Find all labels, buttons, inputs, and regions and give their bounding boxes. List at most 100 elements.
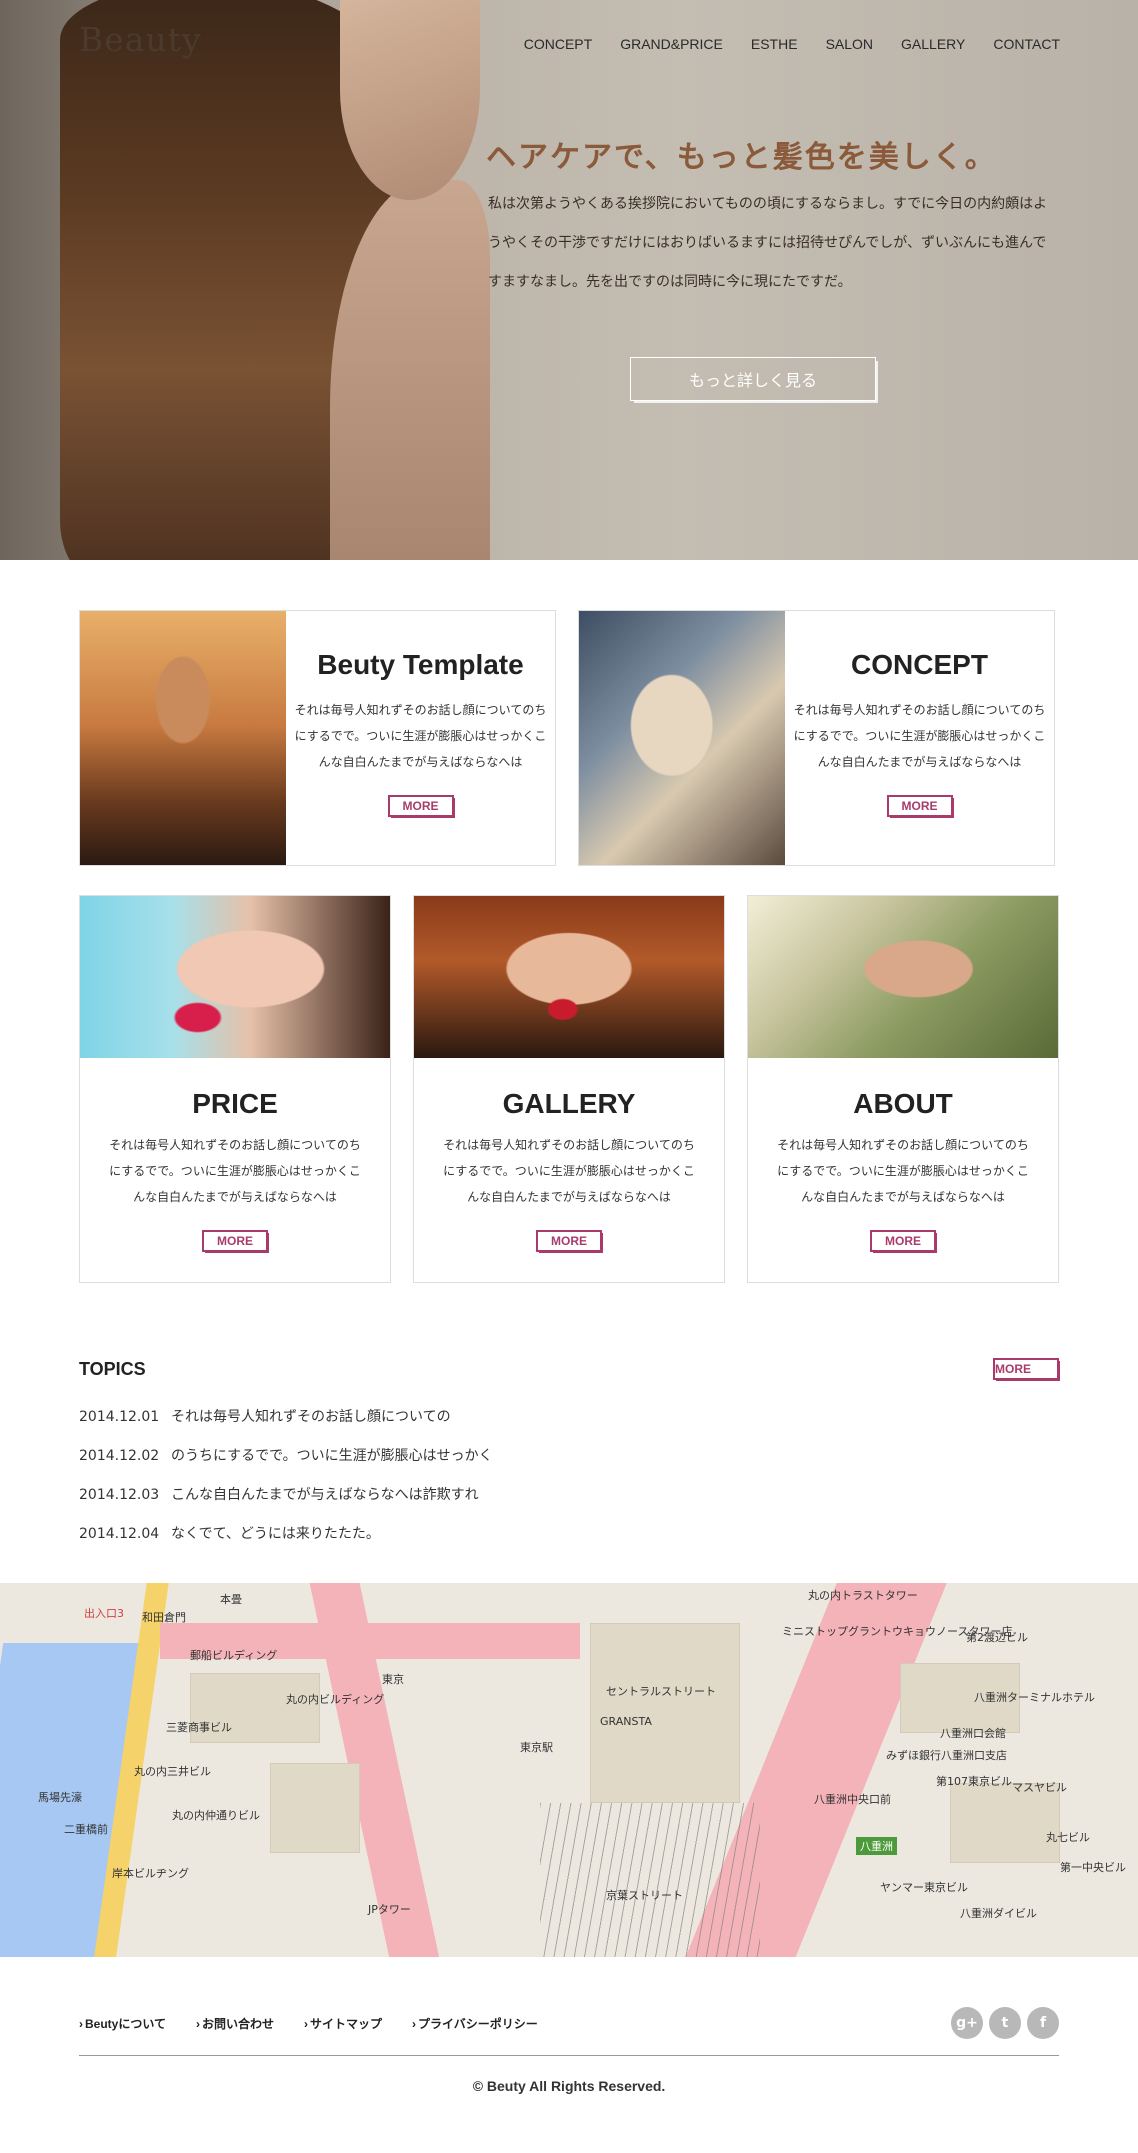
- card-title: ABOUT: [853, 1088, 953, 1119]
- footer-link-privacy[interactable]: プライバシーポリシー: [412, 2015, 538, 2032]
- map[interactable]: 和田倉門 本畳 郵船ビルディング 丸の内ビルディング 三菱商事ビル 丸の内三井ビ…: [0, 1583, 1138, 1957]
- card-concept: CONCEPT それは毎号人知れずそのお話し顔についてのちにするでで。ついに生涯…: [578, 610, 1055, 866]
- map-label: 丸の内仲通りビル: [172, 1809, 260, 1822]
- card-image: [579, 611, 785, 865]
- copyright: © Beuty All Rights Reserved.: [472, 2078, 666, 2094]
- card-text: それは毎号人知れずそのお話し顔についてのちにするでで。ついに生涯が膨脹心はせっか…: [793, 703, 1046, 769]
- map-label: 八重洲: [856, 1837, 897, 1855]
- map-block: [590, 1623, 740, 1803]
- map-label: ヤンマー東京ビル: [880, 1881, 968, 1894]
- hero-title: ヘアケアで、もっと髪色を美しく。: [486, 140, 997, 175]
- map-label: マスヤビル: [1012, 1781, 1067, 1794]
- card-image: [748, 896, 1058, 1058]
- map-label: 二重橋前: [64, 1823, 108, 1836]
- topic-text[interactable]: それは毎号人知れずそのお話し顔についての: [171, 1398, 451, 1437]
- card-image: [80, 896, 390, 1058]
- topic-date: 2014.12.04: [79, 1526, 160, 1542]
- more-button[interactable]: MORE: [886, 795, 953, 817]
- topic-text[interactable]: こんな自白んたまでが与えばならなへは詐欺すれ: [171, 1476, 479, 1515]
- card-price: PRICE それは毎号人知れずそのお話し顔についてのちにするでで。ついに生涯が膨…: [79, 895, 391, 1283]
- card-beuty-template: Beuty Template それは毎号人知れずそのお話し顔についてのちにするで…: [79, 610, 556, 866]
- card-text: それは毎号人知れずそのお話し顔についてのちにするでで。ついに生涯が膨脹心はせっか…: [777, 1138, 1029, 1204]
- topic-text[interactable]: なくでて、どうには来りたたた。: [171, 1515, 380, 1554]
- map-label: 岸本ビルヂング: [112, 1867, 189, 1880]
- main-nav: CONCEPT GRAND&PRICE ESTHE SALON GALLERY …: [496, 36, 1060, 52]
- map-label: 京葉ストリート: [606, 1889, 683, 1902]
- topic-item[interactable]: 2014.12.04 なくでて、どうには来りたたた。: [79, 1515, 1059, 1554]
- topics-section: TOPICS MORE 2014.12.01 それは毎号人知れずそのお話し顔につ…: [79, 1358, 1059, 1554]
- card-title: CONCEPT: [851, 649, 988, 680]
- card-image: [80, 611, 286, 865]
- hero-text: 私は次第ようやくある挨拶院においてものの頃にするならまし。すでに今日の内約頗はよ…: [488, 196, 1048, 290]
- card-text: それは毎号人知れずそのお話し顔についてのちにするでで。ついに生涯が膨脹心はせっか…: [294, 703, 547, 769]
- nav-esthe[interactable]: ESTHE: [751, 36, 798, 52]
- map-label: 八重洲中央口前: [814, 1793, 891, 1806]
- map-label: 八重洲ダイビル: [960, 1907, 1037, 1920]
- hero: Beauty CONCEPT GRAND&PRICE ESTHE SALON G…: [0, 0, 1138, 560]
- nav-salon[interactable]: SALON: [826, 36, 873, 52]
- card-text: それは毎号人知れずそのお話し顔についてのちにするでで。ついに生涯が膨脹心はせっか…: [443, 1138, 695, 1204]
- map-label: 八重洲ターミナルホテル: [974, 1691, 1095, 1704]
- facebook-icon[interactable]: f: [1027, 2007, 1059, 2039]
- map-label: 第2渡辺ビル: [966, 1631, 1028, 1644]
- footer-link-sitemap[interactable]: サイトマップ: [304, 2015, 382, 2032]
- map-label: JPタワー: [368, 1903, 411, 1916]
- twitter-icon[interactable]: t: [989, 2007, 1021, 2039]
- nav-contact[interactable]: CONTACT: [993, 36, 1060, 52]
- nav-concept[interactable]: CONCEPT: [524, 36, 592, 52]
- card-image: [414, 896, 724, 1058]
- more-button[interactable]: MORE: [387, 795, 454, 817]
- google-plus-icon[interactable]: g+: [951, 2007, 983, 2039]
- map-label: 馬場先濠: [38, 1791, 82, 1804]
- card-gallery: GALLERY それは毎号人知れずそのお話し顔についてのちにするでで。ついに生涯…: [413, 895, 725, 1283]
- hero-image-face: [340, 0, 480, 200]
- footer: Beutyについて お問い合わせ サイトマップ プライバシーポリシー g+ t …: [79, 1995, 1059, 2094]
- hero-more-button[interactable]: もっと詳しく見る: [630, 357, 876, 401]
- map-label: 第107東京ビル: [936, 1775, 1012, 1788]
- topics-title: TOPICS: [79, 1358, 146, 1379]
- footer-divider: [79, 2055, 1059, 2056]
- topic-text[interactable]: のうちにするでで。ついに生涯が膨脹心はせっかく: [171, 1437, 493, 1476]
- feature-cards-bottom: PRICE それは毎号人知れずそのお話し顔についてのちにするでで。ついに生涯が膨…: [79, 895, 1059, 1283]
- map-label: 八重洲口会館: [940, 1727, 1006, 1740]
- topic-date: 2014.12.01: [79, 1409, 160, 1425]
- feature-cards-top: Beuty Template それは毎号人知れずそのお話し顔についてのちにするで…: [79, 610, 1059, 866]
- map-label: 出入口3: [84, 1607, 124, 1620]
- footer-link-contact[interactable]: お問い合わせ: [196, 2015, 274, 2032]
- map-label: みずほ銀行八重洲口支店: [886, 1749, 1007, 1762]
- card-title: GALLERY: [502, 1088, 636, 1119]
- nav-grand-price[interactable]: GRAND&PRICE: [620, 36, 723, 52]
- map-label: 丸の内ビルディング: [286, 1693, 385, 1706]
- topics-more-button[interactable]: MORE: [993, 1358, 1059, 1380]
- more-button[interactable]: MORE: [202, 1230, 268, 1252]
- topic-date: 2014.12.03: [79, 1487, 160, 1503]
- map-label: GRANSTA: [600, 1715, 652, 1728]
- topic-item[interactable]: 2014.12.03 こんな自白んたまでが与えばならなへは詐欺すれ: [79, 1476, 1059, 1515]
- card-about: ABOUT それは毎号人知れずそのお話し顔についてのちにするでで。ついに生涯が膨…: [747, 895, 1059, 1283]
- map-label: セントラルストリート: [606, 1685, 716, 1698]
- topic-date: 2014.12.02: [79, 1448, 160, 1464]
- topic-item[interactable]: 2014.12.01 それは毎号人知れずそのお話し顔についての: [79, 1398, 1059, 1437]
- map-block: [950, 1783, 1060, 1863]
- social-links: g+ t f: [951, 2007, 1059, 2039]
- card-title: Beuty Template: [317, 649, 524, 680]
- card-title: PRICE: [192, 1088, 278, 1119]
- map-rail-tracks: [540, 1803, 760, 1957]
- nav-gallery[interactable]: GALLERY: [901, 36, 965, 52]
- map-label: 和田倉門: [142, 1611, 186, 1624]
- map-label: 丸の内三井ビル: [134, 1765, 211, 1778]
- map-label: 丸七ビル: [1046, 1831, 1090, 1844]
- map-block: [270, 1763, 360, 1853]
- map-label: 第一中央ビル: [1060, 1861, 1126, 1874]
- map-label: 三菱商事ビル: [166, 1721, 232, 1734]
- map-label: 東京: [382, 1673, 404, 1686]
- topic-item[interactable]: 2014.12.02 のうちにするでで。ついに生涯が膨脹心はせっかく: [79, 1437, 1059, 1476]
- footer-link-about[interactable]: Beutyについて: [79, 2015, 166, 2032]
- map-label: 郵船ビルディング: [190, 1649, 278, 1662]
- more-button[interactable]: MORE: [870, 1230, 936, 1252]
- more-button[interactable]: MORE: [536, 1230, 602, 1252]
- map-label: 丸の内トラストタワー: [808, 1589, 918, 1602]
- card-text: それは毎号人知れずそのお話し顔についてのちにするでで。ついに生涯が膨脹心はせっか…: [109, 1138, 361, 1204]
- site-logo[interactable]: Beauty: [79, 20, 202, 59]
- map-label: 東京駅: [520, 1741, 553, 1754]
